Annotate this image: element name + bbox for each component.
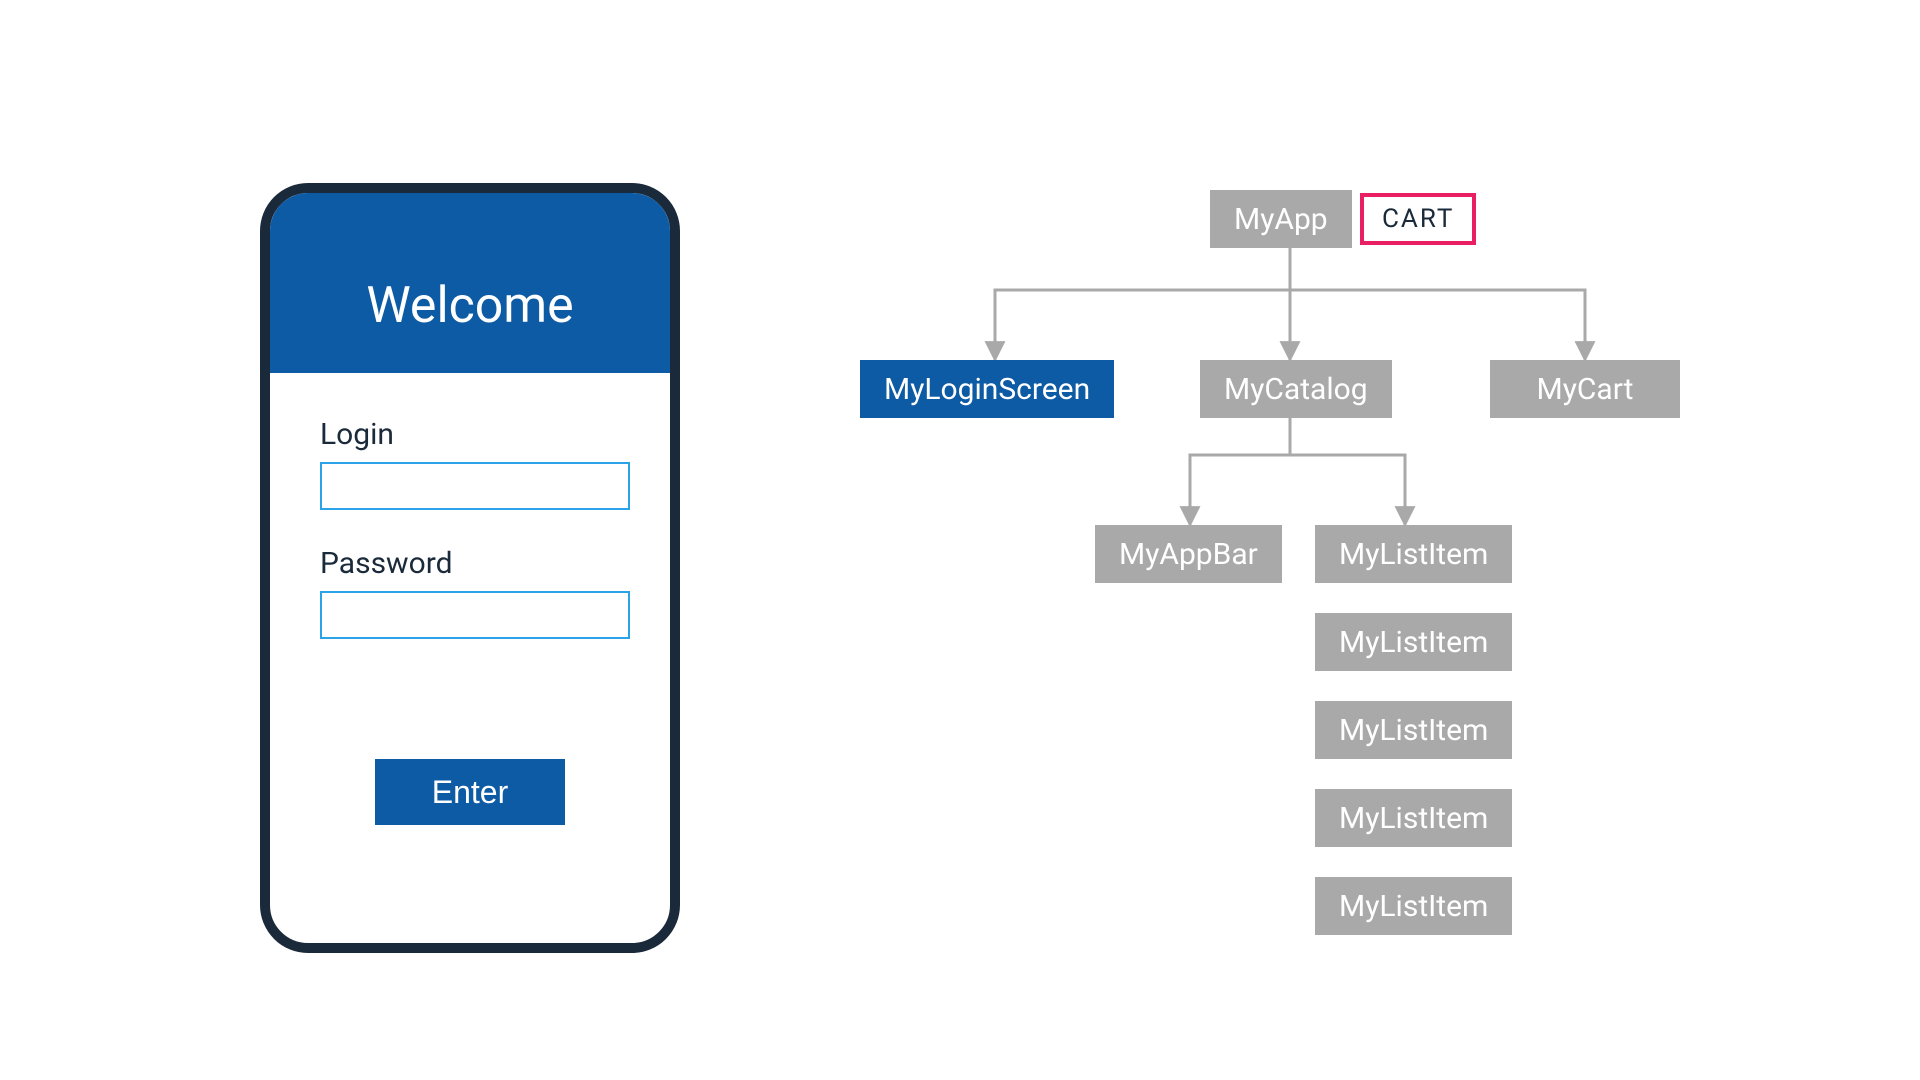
tree-connectors xyxy=(850,190,1770,950)
password-input[interactable] xyxy=(320,591,630,639)
tree-node-mylistitem: MyListItem xyxy=(1315,789,1512,847)
login-label: Login xyxy=(320,417,620,452)
tree-node-mylistitem: MyListItem xyxy=(1315,701,1512,759)
tree-node-mycart: MyCart xyxy=(1490,360,1680,418)
tree-node-myloginscreen: MyLoginScreen xyxy=(860,360,1114,418)
phone-mock: Welcome Login Password Enter xyxy=(260,183,680,953)
tree-node-mylistitem: MyListItem xyxy=(1315,877,1512,935)
login-field-block: Login xyxy=(320,417,620,510)
enter-button[interactable]: Enter xyxy=(375,759,565,825)
tree-node-myappbar: MyAppBar xyxy=(1095,525,1282,583)
tree-node-mycatalog: MyCatalog xyxy=(1200,360,1392,418)
password-label: Password xyxy=(320,546,620,581)
password-field-block: Password xyxy=(320,546,620,639)
state-badge-cart: CART xyxy=(1360,193,1476,245)
login-input[interactable] xyxy=(320,462,630,510)
widget-tree-diagram: MyApp CART MyLoginScreen MyCatalog MyCar… xyxy=(850,190,1770,950)
tree-node-myapp: MyApp xyxy=(1210,190,1352,248)
phone-appbar: Welcome xyxy=(270,193,670,373)
welcome-title: Welcome xyxy=(366,277,573,335)
tree-node-mylistitem: MyListItem xyxy=(1315,613,1512,671)
tree-node-mylistitem: MyListItem xyxy=(1315,525,1512,583)
login-form: Login Password Enter xyxy=(270,373,670,825)
